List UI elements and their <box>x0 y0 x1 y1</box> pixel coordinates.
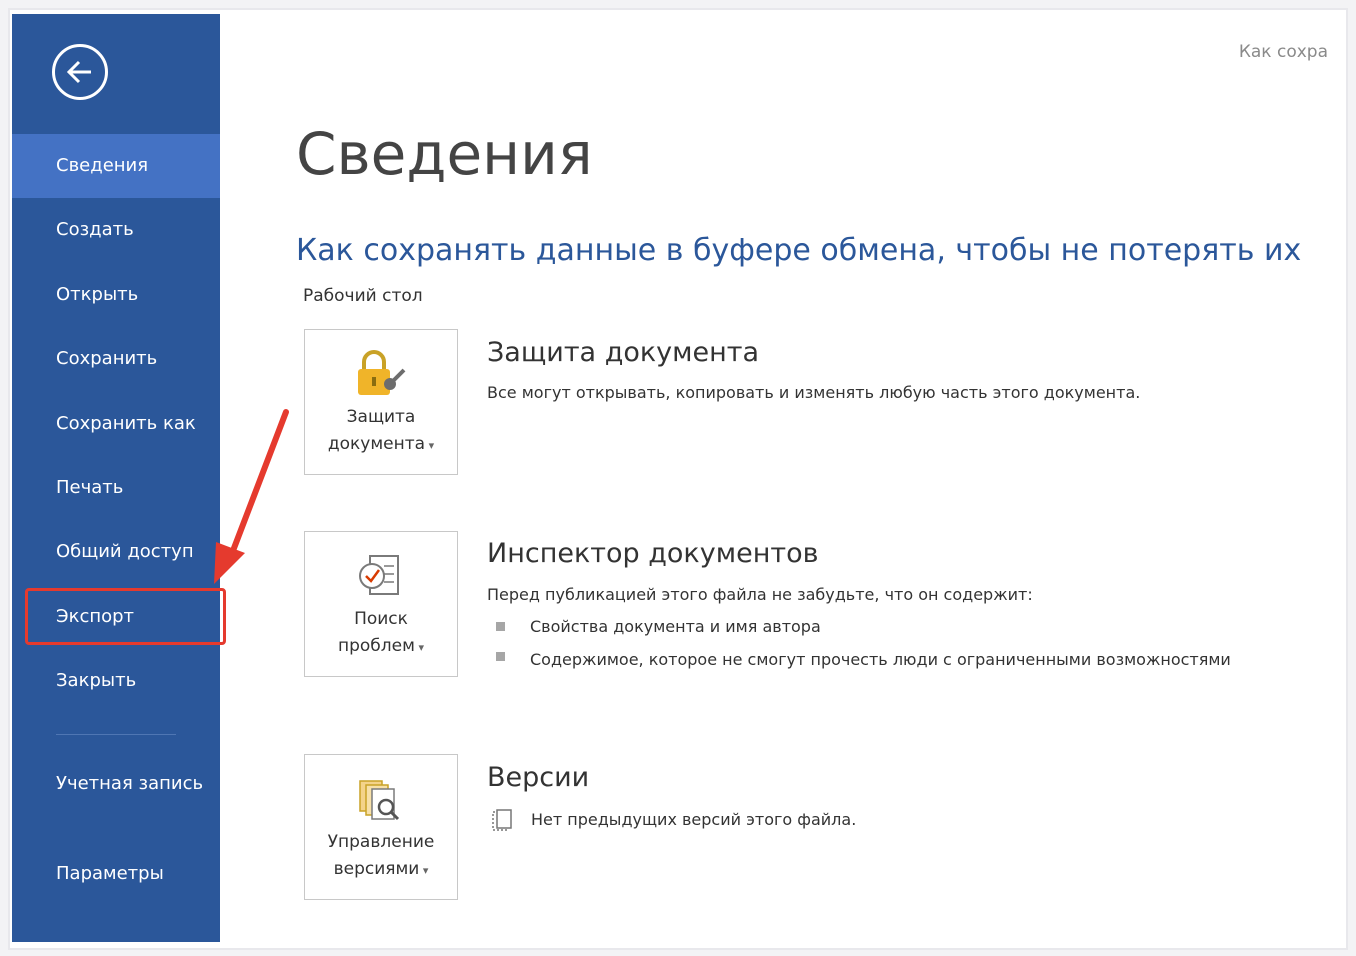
inspect-heading: Инспектор документов <box>487 538 819 569</box>
document-versions-search-icon <box>359 780 400 821</box>
manage-versions-button[interactable]: Управление версиями <box>304 754 458 900</box>
versions-tile-label-1: Управление <box>327 832 435 852</box>
inspect-description: Перед публикацией этого файла не забудьт… <box>487 585 1033 604</box>
protect-heading: Защита документа <box>487 337 760 368</box>
document-title: Как сохранять данные в буфере обмена, чт… <box>296 233 1302 268</box>
versions-heading: Версии <box>487 762 590 793</box>
bullet-marker <box>496 652 505 661</box>
document-path[interactable]: Рабочий стол <box>303 286 423 306</box>
page-title: Сведения <box>296 120 593 188</box>
document-checklist-icon <box>359 555 399 595</box>
inspect-tile-label-2: проблем <box>305 633 457 661</box>
inspect-bullet-2: Содержимое, которое не смогут прочесть л… <box>530 650 1231 669</box>
check-issues-button[interactable]: Поиск проблем <box>304 531 458 677</box>
inspect-bullet-1: Свойства документа и имя автора <box>530 617 821 636</box>
versions-description: Нет предыдущих версий этого файла. <box>531 810 857 829</box>
inspect-tile-label-1: Поиск <box>354 609 408 629</box>
protect-tile-label-2: документа <box>305 431 457 459</box>
protect-document-button[interactable]: Защита документа <box>304 329 458 475</box>
bullet-marker <box>496 622 505 631</box>
versions-tile-label-2: версиями <box>305 856 457 884</box>
lock-key-icon <box>358 350 406 395</box>
protect-tile-label-1: Защита <box>346 407 416 427</box>
document-dotted-icon <box>492 809 512 831</box>
protect-description: Все могут открывать, копировать и изменя… <box>487 383 1141 402</box>
